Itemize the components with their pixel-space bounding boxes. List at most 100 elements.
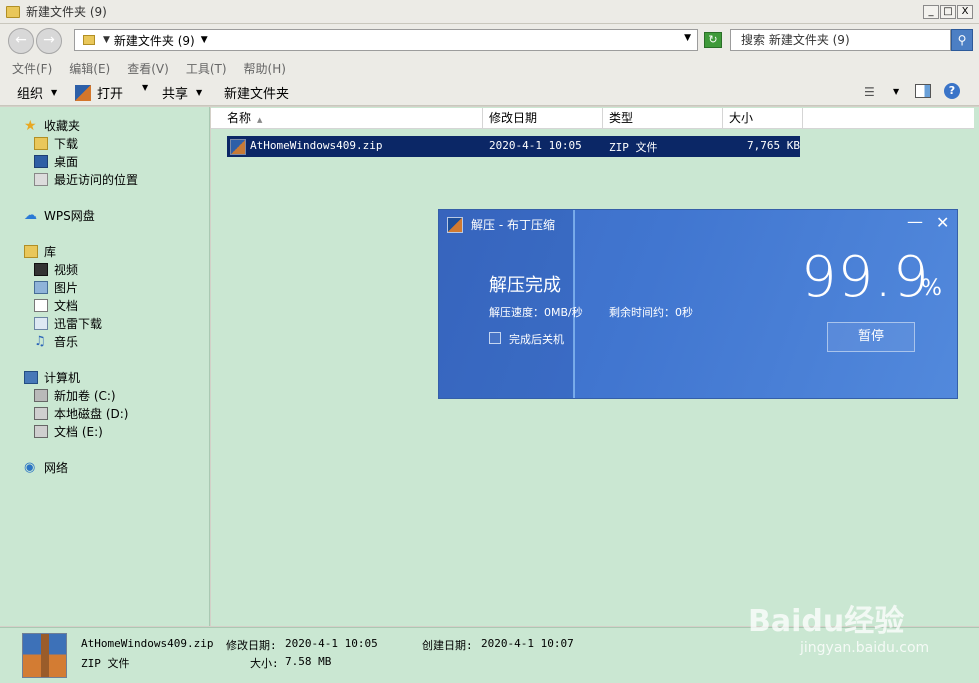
downloads-folder-icon xyxy=(34,137,48,150)
watermark-url: jingyan.baidu.com xyxy=(800,640,930,656)
breadcrumb-current[interactable]: 新建文件夹 (9) xyxy=(114,32,195,49)
nav-label: 库 xyxy=(44,245,57,259)
column-header-row: 名称 ▲ 修改日期 类型 大小 xyxy=(211,108,974,129)
search-icon: ⚲ xyxy=(957,33,967,47)
close-button[interactable]: X xyxy=(957,5,973,19)
new-folder-button[interactable]: 新建文件夹 xyxy=(224,83,289,102)
refresh-icon: ↻ xyxy=(708,33,718,46)
organize-button[interactable]: 组织 ▼ xyxy=(17,83,57,102)
menu-file[interactable]: 文件(F) xyxy=(12,60,52,77)
file-row[interactable]: AtHomeWindows409.zip 2020-4-1 10:05 ZIP … xyxy=(227,136,800,157)
minimize-button[interactable]: _ xyxy=(923,5,939,19)
window-controls: _ □ X xyxy=(923,5,973,19)
nav-label: 计算机 xyxy=(44,371,81,385)
menu-tools[interactable]: 工具(T) xyxy=(186,60,227,77)
dialog-minimize-button[interactable]: — xyxy=(907,212,923,231)
address-row: ← → ▼ 新建文件夹 (9) ▼ ▼ ↻ 搜索 新建文件夹 (9) ⚲ xyxy=(0,24,979,58)
breadcrumb-chevron-icon[interactable]: ▼ xyxy=(103,35,110,45)
view-dropdown-icon[interactable]: ▼ xyxy=(893,87,899,96)
menu-help[interactable]: 帮助(H) xyxy=(244,60,286,77)
picture-icon xyxy=(34,281,48,294)
view-options-icon[interactable]: ☰ xyxy=(864,85,875,99)
watermark-logo: Baidu经验 xyxy=(748,604,905,639)
search-input[interactable]: 搜索 新建文件夹 (9) xyxy=(730,29,951,51)
refresh-button[interactable]: ↻ xyxy=(704,32,722,48)
details-type: ZIP 文件 xyxy=(81,657,130,670)
cloud-icon: ☁ xyxy=(24,208,37,223)
share-button[interactable]: 共享 ▼ xyxy=(162,83,202,102)
zip-file-icon xyxy=(230,139,246,155)
computer-icon xyxy=(24,371,38,384)
help-icon[interactable]: ? xyxy=(944,83,960,99)
nav-downloads[interactable]: 下载 xyxy=(34,135,78,152)
column-label: 大小 xyxy=(729,111,754,125)
column-header-size[interactable]: 大小 xyxy=(723,108,803,128)
progress-percent: 99.9 xyxy=(801,245,930,310)
time-remaining: 剩余时间约：0秒 xyxy=(609,306,693,319)
nav-documents[interactable]: 文档 xyxy=(34,297,78,314)
forward-button[interactable]: → xyxy=(36,28,62,54)
forward-arrow-icon: → xyxy=(43,32,55,48)
address-bar[interactable]: ▼ 新建文件夹 (9) ▼ ▼ xyxy=(74,29,698,51)
nav-recent[interactable]: 最近访问的位置 xyxy=(34,171,138,188)
content-edge xyxy=(974,107,979,626)
nav-desktop[interactable]: 桌面 xyxy=(34,153,78,170)
maximize-button[interactable]: □ xyxy=(940,5,956,19)
nav-label: WPS网盘 xyxy=(44,209,95,223)
file-name: AtHomeWindows409.zip xyxy=(250,139,383,152)
pause-button[interactable]: 暂停 xyxy=(827,322,915,352)
chevron-down-icon: ▼ xyxy=(51,88,58,97)
menu-view[interactable]: 查看(V) xyxy=(127,60,169,77)
open-button[interactable]: 打开 xyxy=(75,83,123,102)
menu-edit[interactable]: 编辑(E) xyxy=(69,60,110,77)
document-icon xyxy=(34,299,48,312)
title-bar: 新建文件夹 (9) _ □ X xyxy=(0,0,979,24)
nav-drive-c[interactable]: 新加卷 (C:) xyxy=(34,387,116,404)
nav-network[interactable]: ◉ 网络 xyxy=(24,459,68,476)
preview-pane-icon[interactable] xyxy=(915,84,931,98)
drive-icon xyxy=(34,389,48,402)
nav-label: 桌面 xyxy=(54,155,79,169)
breadcrumb-dropdown-icon[interactable]: ▼ xyxy=(201,35,208,45)
nav-wps-cloud[interactable]: ☁ WPS网盘 xyxy=(24,207,95,224)
nav-label: 迅雷下载 xyxy=(54,317,103,331)
star-icon: ★ xyxy=(24,117,37,134)
details-modified-label: 修改日期: xyxy=(226,639,277,652)
folder-icon xyxy=(83,35,95,45)
shutdown-checkbox-label[interactable]: 完成后关机 xyxy=(509,331,564,347)
nav-libraries[interactable]: 库 xyxy=(24,243,56,260)
nav-computer[interactable]: 计算机 xyxy=(24,369,80,386)
chevron-down-icon: ▼ xyxy=(142,83,149,92)
music-icon: ♫ xyxy=(34,334,46,349)
nav-thunder-downloads[interactable]: 迅雷下载 xyxy=(34,315,102,332)
nav-drive-e[interactable]: 文档 (E:) xyxy=(34,423,103,440)
navigation-pane: ★ 收藏夹 下载 桌面 最近访问的位置 ☁ WPS网盘 库 视频 图片 文档 迅… xyxy=(0,107,210,626)
percent-sign: % xyxy=(921,276,942,301)
column-header-modified[interactable]: 修改日期 xyxy=(483,108,603,128)
nav-label: 下载 xyxy=(54,137,79,151)
column-header-name[interactable]: 名称 ▲ xyxy=(221,108,483,128)
back-button[interactable]: ← xyxy=(8,28,34,54)
window-title: 新建文件夹 (9) xyxy=(26,5,107,19)
address-history-dropdown-icon[interactable]: ▼ xyxy=(684,33,691,43)
nav-videos[interactable]: 视频 xyxy=(34,261,78,278)
search-button[interactable]: ⚲ xyxy=(951,29,973,51)
nav-music[interactable]: ♫ 音乐 xyxy=(34,333,78,350)
column-label: 类型 xyxy=(609,111,634,125)
nav-label: 音乐 xyxy=(54,335,79,349)
thunder-download-icon xyxy=(34,317,48,330)
shutdown-checkbox[interactable] xyxy=(489,332,501,344)
nav-label: 图片 xyxy=(54,281,79,295)
nav-favorites[interactable]: ★ 收藏夹 xyxy=(24,117,80,134)
nav-pictures[interactable]: 图片 xyxy=(34,279,78,296)
details-size-label: 大小: xyxy=(250,657,279,670)
nav-label: 新加卷 (C:) xyxy=(54,389,116,403)
archive-app-icon xyxy=(447,217,463,233)
extract-status: 解压完成 xyxy=(489,275,561,296)
open-dropdown-button[interactable]: ▼ xyxy=(134,83,148,92)
video-icon xyxy=(34,263,48,276)
file-modified: 2020-4-1 10:05 xyxy=(489,139,582,152)
nav-drive-d[interactable]: 本地磁盘 (D:) xyxy=(34,405,128,422)
dialog-close-button[interactable]: ✕ xyxy=(936,213,949,232)
column-header-type[interactable]: 类型 xyxy=(603,108,723,128)
